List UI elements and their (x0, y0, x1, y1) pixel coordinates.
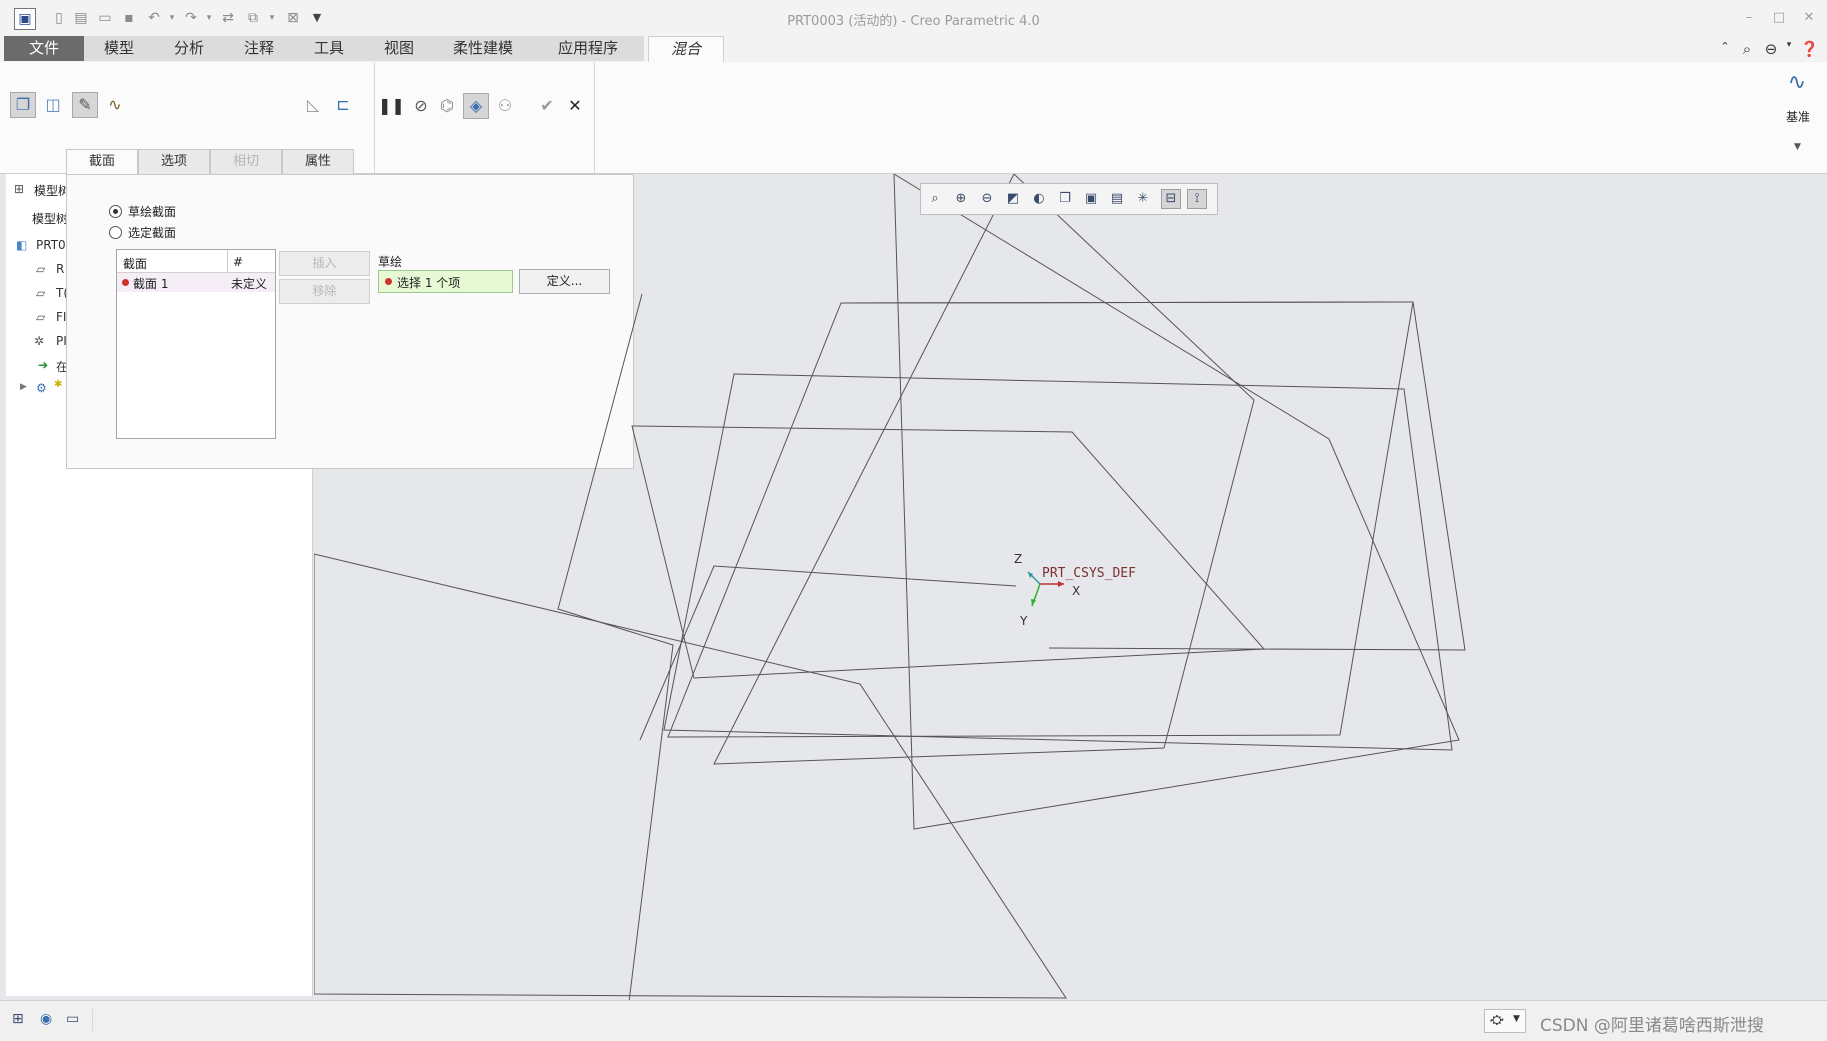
watermark-text: CSDN @阿里诸葛啥西斯泄搜 (1540, 1016, 1764, 1036)
tree-item-front[interactable]: FI (56, 310, 66, 324)
tab-blend[interactable]: 混合 (648, 36, 724, 63)
datum-plane-outline (314, 553, 1067, 999)
close-icon[interactable]: ✕ (1798, 8, 1820, 28)
saved-orientations-icon[interactable]: ❐ (1055, 189, 1075, 209)
refit-icon[interactable]: ⌕ (925, 189, 945, 209)
tab-tools[interactable]: 工具 (294, 36, 365, 61)
repaint-icon[interactable]: ◩ (1003, 189, 1023, 209)
view-manager-icon[interactable]: ▣ (1081, 189, 1101, 209)
zoom-in-icon[interactable]: ⊕ (951, 189, 971, 209)
expand-icon[interactable]: ▶ (20, 382, 27, 392)
fullscreen-icon[interactable]: ▭ (66, 1011, 79, 1027)
surface-icon[interactable]: ◫ (40, 92, 66, 118)
pause-icon[interactable]: ❚❚ (378, 93, 405, 119)
table-header-divider (227, 250, 228, 272)
tab-analysis[interactable]: 分析 (154, 36, 225, 61)
datum-plane-outline (631, 425, 1266, 679)
datum-plane-outline (557, 293, 674, 1000)
no-preview-icon[interactable]: ⊘ (408, 93, 434, 119)
menu-bar: 文件 模型 分析 注释 工具 视图 柔性建模 应用程序 混合 ⌃ ⌕ ⊖ ▾ ❓ (0, 36, 1827, 63)
datum-plane-icon: ▱ (36, 262, 46, 276)
tree-item-part[interactable]: PRT0 (36, 238, 66, 252)
new-feature-icon: ✱ (54, 379, 63, 390)
smart-filter[interactable]: ⛮ ▼ (1484, 1009, 1526, 1033)
datum-dropdown-icon[interactable]: ▼ (1794, 142, 1801, 152)
datum-plane-icon: ▱ (36, 286, 46, 300)
subtab-sections[interactable]: 截面 (66, 149, 138, 175)
radio-sketched-sections[interactable] (109, 205, 122, 218)
blend-feature-icon: ⚙ (36, 381, 47, 395)
maximize-icon[interactable]: □ (1768, 8, 1790, 28)
subtab-tangency[interactable]: 相切 (210, 149, 282, 175)
sections-table: 截面 # 截面 1 未定义 (116, 249, 276, 439)
datum-plane-icon: ▱ (36, 310, 46, 324)
community-dropdown-icon[interactable]: ▾ (1780, 40, 1798, 50)
spin-center-icon[interactable]: ⟟ (1187, 189, 1207, 209)
display-style-icon[interactable]: ◐ (1029, 189, 1049, 209)
tree-item-right[interactable]: R (56, 262, 64, 276)
radio-sketched-sections-label[interactable]: 草绘截面 (128, 203, 176, 220)
community-icon[interactable]: ⊖ (1762, 40, 1780, 58)
subtab-properties[interactable]: 属性 (282, 149, 354, 175)
cancel-icon[interactable]: ✕ (562, 93, 588, 119)
minimize-ribbon-icon[interactable]: ⌃ (1716, 40, 1734, 53)
section-status: 未定义 (231, 277, 268, 291)
tab-model[interactable]: 模型 (84, 36, 155, 61)
datum-plane-outline (840, 301, 1466, 651)
binoculars-icon: ⛮ (1490, 1013, 1504, 1028)
datum-icon[interactable]: ∿ (1784, 70, 1810, 96)
geometry-preview-icon[interactable]: ◈ (463, 93, 489, 119)
error-status-icon (122, 279, 129, 286)
minimize-icon[interactable]: – (1738, 8, 1760, 28)
datum-plane-outline (667, 301, 1414, 738)
tab-flexible-modeling[interactable]: 柔性建模 (434, 36, 533, 61)
verify-icon[interactable]: ⚇ (492, 93, 518, 119)
perspective-icon[interactable]: ▤ (1107, 189, 1127, 209)
tab-view[interactable]: 视图 (364, 36, 435, 61)
annotation-display-icon[interactable]: ⊟ (1161, 189, 1181, 209)
datum-display-icon[interactable]: ✳ (1133, 189, 1153, 209)
view-toolbar: ⌕ ⊕ ⊖ ◩ ◐ ❐ ▣ ▤ ✳ ⊟ ⟟ (920, 183, 1218, 215)
browser-icon[interactable]: ◉ (40, 1011, 52, 1027)
model-tree-title[interactable]: 模型树 (34, 182, 70, 199)
show-model-tree-icon[interactable]: ⊞ (12, 1011, 24, 1027)
radio-selected-sections[interactable] (109, 226, 122, 239)
subtab-options[interactable]: 选项 (138, 149, 210, 175)
datum-label[interactable]: 基准 (1786, 108, 1810, 125)
csys-icon: ✲ (34, 334, 45, 348)
help-icon[interactable]: ❓ (1800, 40, 1819, 58)
filter-dropdown-icon: ▼ (1513, 1014, 1520, 1024)
radio-selected-sections-label[interactable]: 选定截面 (128, 224, 176, 241)
section-name: 截面 1 (133, 277, 169, 291)
attached-preview-icon[interactable]: ⌬ (434, 93, 460, 119)
csys-triad-icon (1027, 571, 1064, 607)
insert-here-icon: ➔ (38, 358, 49, 372)
remove-material-icon[interactable]: ◺ (300, 92, 326, 118)
title-bar: ▣ ▯ ▤ ▭ ▪ ↶ ▾ ↷ ▾ ⇄ ⧉ ▾ ⊠ ▼ PRT0003 (活动的… (0, 0, 1827, 37)
thicken-icon[interactable]: ⊏ (330, 92, 356, 118)
solid-icon[interactable]: ❐ (10, 92, 36, 118)
window-title: PRT0003 (活动的) - Creo Parametric 4.0 (787, 14, 1040, 29)
zoom-out-icon[interactable]: ⊖ (977, 189, 997, 209)
ribbon-separator-2 (594, 62, 595, 173)
search-icon[interactable]: ⌕ (1738, 40, 1756, 58)
status-bar: ⊞ ◉ ▭ ⛮ ▼ CSDN @阿里诸葛啥西斯泄搜 (0, 1000, 1827, 1041)
table-row[interactable]: 截面 1 未定义 (117, 273, 275, 292)
datum-plane-outline (893, 174, 1460, 830)
selected-sections-icon[interactable]: ∿ (102, 92, 128, 118)
model-tree-header: 模型树 (32, 212, 69, 226)
sketch-sections-icon[interactable]: ✎ (72, 92, 98, 118)
datum-plane-outline (639, 565, 1017, 741)
status-separator (92, 1009, 93, 1031)
model-tree-icon: ⊞ (14, 182, 25, 196)
tab-applications[interactable]: 应用程序 (532, 36, 645, 61)
part-icon: ◧ (16, 238, 28, 252)
ok-icon[interactable]: ✔ (534, 93, 560, 119)
ribbon-separator (374, 62, 375, 173)
datum-plane-outline (713, 174, 1255, 765)
tab-annotate[interactable]: 注释 (224, 36, 295, 61)
table-header-number: # (233, 255, 244, 269)
table-header-section: 截面 (123, 257, 148, 271)
tab-file[interactable]: 文件 (4, 36, 85, 61)
